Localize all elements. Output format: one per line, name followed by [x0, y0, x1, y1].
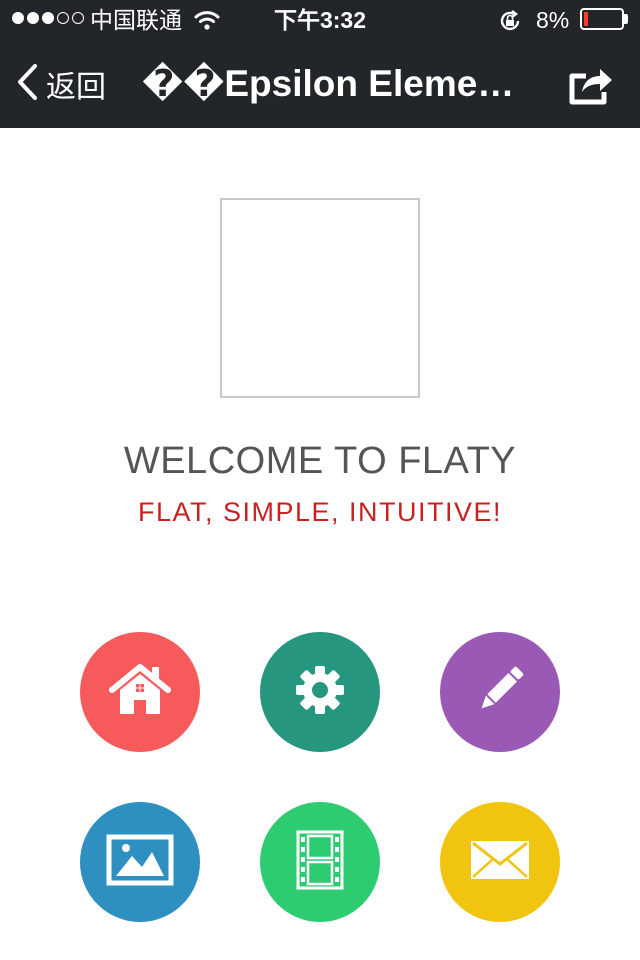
top-bar: 中国联通 下午3:32 8% 返回 ��Epsilon Elements — [0, 0, 640, 128]
home-icon — [108, 662, 172, 723]
pencil-icon — [470, 660, 530, 725]
welcome-heading: WELCOME TO FLATY — [123, 440, 517, 482]
video-button[interactable] — [260, 802, 380, 922]
rotation-lock-icon — [497, 8, 523, 39]
film-icon — [296, 830, 344, 895]
image-icon — [106, 834, 174, 891]
share-icon — [566, 69, 614, 110]
home-button[interactable] — [80, 632, 200, 752]
share-button[interactable] — [566, 62, 614, 111]
back-label: 返回 — [46, 71, 106, 104]
battery-icon — [580, 8, 624, 30]
back-button[interactable]: 返回 — [16, 60, 106, 108]
settings-button[interactable] — [260, 632, 380, 752]
chevron-left-icon — [16, 63, 38, 106]
tagline: FLAT, SIMPLE, INTUITIVE! — [137, 497, 503, 527]
page-title: ��Epsilon Elements — [142, 63, 532, 104]
status-bar: 中国联通 下午3:32 8% — [0, 0, 640, 40]
gallery-button[interactable] — [80, 802, 200, 922]
edit-button[interactable] — [440, 632, 560, 752]
mail-button[interactable] — [440, 802, 560, 922]
gear-icon — [292, 662, 348, 723]
logo-placeholder-image — [220, 198, 420, 398]
mail-icon — [469, 839, 531, 886]
battery-percent: 8% — [536, 7, 570, 33]
